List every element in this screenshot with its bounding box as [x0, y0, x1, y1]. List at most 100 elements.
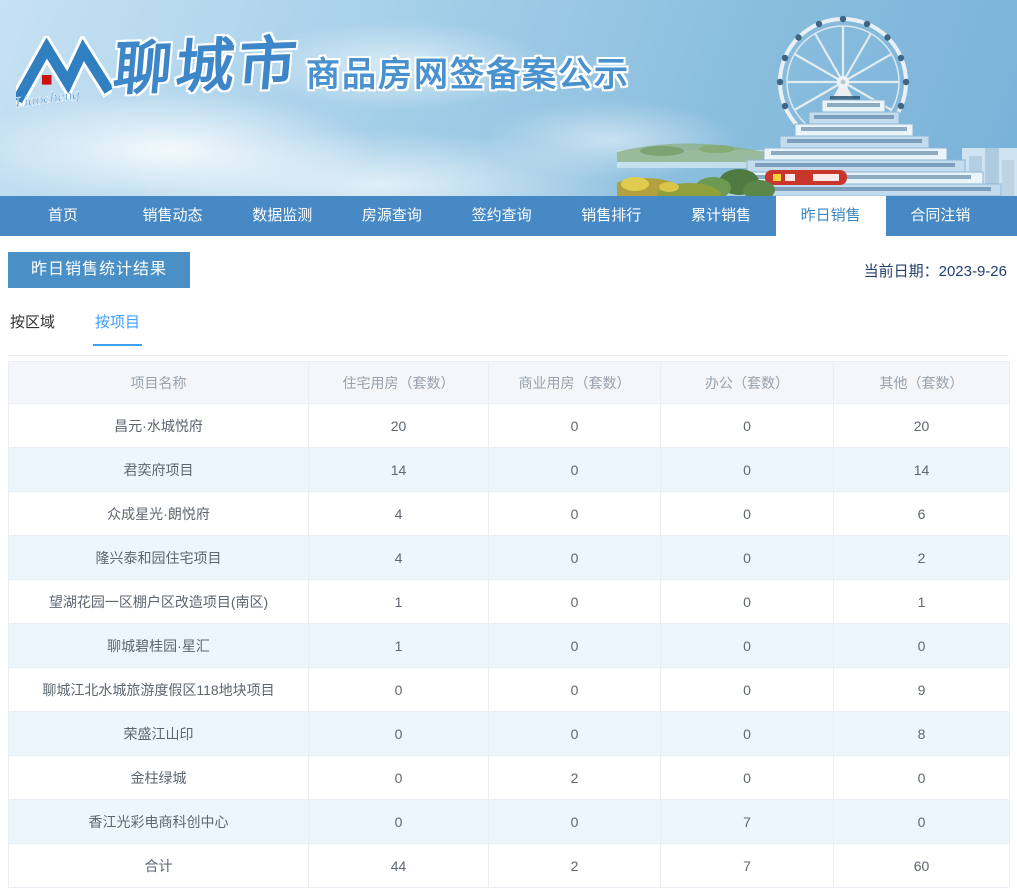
column-header: 办公（套数）	[660, 361, 834, 404]
project-name-cell: 金柱绿城	[8, 755, 309, 800]
count-cell: 14	[308, 447, 489, 492]
column-header: 商业用房（套数）	[488, 361, 661, 404]
current-date: 当前日期：2023-9-26	[864, 260, 1009, 281]
tab-by-project[interactable]: 按项目	[93, 311, 143, 346]
table-row: 昌元·水城悦府 20 0 0 20	[8, 403, 1010, 448]
current-date-value: 2023-9-26	[938, 262, 1007, 280]
count-cell: 60	[833, 843, 1010, 888]
site-banner: Liaocheng 聊城市 商品房网签备案公示	[0, 0, 1017, 196]
page-title: 昨日销售统计结果	[8, 252, 191, 288]
nav-item-contract-cancellation[interactable]: 合同注销	[886, 196, 996, 236]
count-cell: 0	[308, 711, 489, 756]
table-row: 荣盛江山印 0 0 0 8	[8, 711, 1010, 756]
count-cell: 1	[308, 579, 489, 624]
project-name-cell: 荣盛江山印	[8, 711, 309, 756]
count-cell: 0	[660, 403, 834, 448]
count-cell: 1	[833, 579, 1010, 624]
count-cell: 0	[488, 799, 661, 844]
count-cell: 0	[488, 711, 661, 756]
project-name-cell: 君奕府项目	[8, 447, 309, 492]
main-nav: 首页 销售动态 数据监测 房源查询 签约查询 销售排行 累计销售 昨日销售 合同…	[0, 196, 1017, 236]
count-cell: 0	[488, 667, 661, 712]
nav-item-data-monitoring[interactable]: 数据监测	[227, 196, 337, 236]
table-total-row: 合计 44 2 7 60	[8, 843, 1010, 888]
count-cell: 14	[833, 447, 1010, 492]
project-name-cell: 香江光彩电商科创中心	[8, 799, 309, 844]
count-cell: 6	[833, 491, 1010, 536]
table-row: 望湖花园一区棚户区改造项目(南区) 1 0 0 1	[8, 579, 1010, 624]
table-row: 金柱绿城 0 2 0 0	[8, 755, 1010, 800]
project-name-cell: 聊城江北水城旅游度假区118地块项目	[8, 667, 309, 712]
count-cell: 0	[660, 667, 834, 712]
ferris-wheel-photo	[617, 15, 1017, 196]
count-cell: 0	[833, 799, 1010, 844]
nav-item-yesterday-sales[interactable]: 昨日销售	[775, 196, 886, 236]
count-cell: 7	[660, 799, 834, 844]
nav-item-listing-query[interactable]: 房源查询	[337, 196, 447, 236]
main-content: 昨日销售统计结果 当前日期：2023-9-26 按区域 按项目 项目名称 住宅用房…	[0, 252, 1017, 888]
count-cell: 0	[308, 799, 489, 844]
count-cell: 0	[833, 755, 1010, 800]
count-cell: 44	[308, 843, 489, 888]
count-cell: 20	[833, 403, 1010, 448]
table-row: 香江光彩电商科创中心 0 0 7 0	[8, 799, 1010, 844]
count-cell: 2	[488, 843, 661, 888]
count-cell: 2	[833, 535, 1010, 580]
table-row: 聊城江北水城旅游度假区118地块项目 0 0 0 9	[8, 667, 1010, 712]
count-cell: 0	[488, 491, 661, 536]
nav-item-sales-ranking[interactable]: 销售排行	[556, 196, 666, 236]
brand-calligraphy: 聊城市	[110, 30, 304, 103]
project-name-cell: 聊城碧桂园·星汇	[8, 623, 309, 668]
current-date-label: 当前日期：	[863, 262, 939, 280]
count-cell: 0	[488, 623, 661, 668]
view-tabs: 按区域 按项目	[8, 311, 1009, 346]
count-cell: 0	[660, 579, 834, 624]
table-body: 昌元·水城悦府 20 0 0 20 君奕府项目 14 0 0 14 众成星光·朗悦府 4 0 0 6 隆兴泰和…	[8, 403, 1010, 888]
tabs-divider	[8, 355, 1009, 356]
count-cell: 0	[488, 403, 661, 448]
project-name-cell: 隆兴泰和园住宅项目	[8, 535, 309, 580]
title-row: 昨日销售统计结果 当前日期：2023-9-26	[8, 252, 1009, 288]
count-cell: 0	[488, 579, 661, 624]
count-cell: 2	[488, 755, 661, 800]
column-header: 其他（套数）	[833, 361, 1010, 404]
count-cell: 0	[660, 711, 834, 756]
table-row: 众成星光·朗悦府 4 0 0 6	[8, 491, 1010, 536]
project-name-cell: 众成星光·朗悦府	[8, 491, 309, 536]
table-row: 聊城碧桂园·星汇 1 0 0 0	[8, 623, 1010, 668]
project-name-cell: 合计	[8, 843, 309, 888]
tab-by-region[interactable]: 按区域	[8, 311, 57, 346]
nav-item-sales-dynamics[interactable]: 销售动态	[118, 196, 228, 236]
count-cell: 0	[660, 447, 834, 492]
count-cell: 0	[488, 535, 661, 580]
project-name-cell: 昌元·水城悦府	[8, 403, 309, 448]
column-header: 住宅用房（套数）	[308, 361, 489, 404]
count-cell: 0	[308, 755, 489, 800]
table-row: 隆兴泰和园住宅项目 4 0 0 2	[8, 535, 1010, 580]
count-cell: 0	[660, 491, 834, 536]
count-cell: 8	[833, 711, 1010, 756]
sales-table: 项目名称 住宅用房（套数） 商业用房（套数） 办公（套数） 其他（套数） 昌元·水城悦府…	[8, 361, 1010, 888]
count-cell: 4	[308, 535, 489, 580]
count-cell: 0	[660, 535, 834, 580]
count-cell: 7	[660, 843, 834, 888]
table-row: 君奕府项目 14 0 0 14	[8, 447, 1010, 492]
count-cell: 0	[833, 623, 1010, 668]
count-cell: 20	[308, 403, 489, 448]
count-cell: 0	[660, 623, 834, 668]
column-header: 项目名称	[8, 361, 309, 404]
count-cell: 1	[308, 623, 489, 668]
count-cell: 0	[660, 755, 834, 800]
count-cell: 9	[833, 667, 1010, 712]
liaocheng-logo-icon: Liaocheng	[16, 36, 112, 112]
nav-item-cumulative-sales[interactable]: 累计销售	[666, 196, 776, 236]
nav-item-home[interactable]: 首页	[8, 196, 118, 236]
count-cell: 4	[308, 491, 489, 536]
site-logo: Liaocheng 聊城市 商品房网签备案公示	[16, 30, 631, 114]
count-cell: 0	[308, 667, 489, 712]
table-header-row: 项目名称 住宅用房（套数） 商业用房（套数） 办公（套数） 其他（套数）	[8, 361, 1010, 404]
count-cell: 0	[488, 447, 661, 492]
project-name-cell: 望湖花园一区棚户区改造项目(南区)	[8, 579, 309, 624]
site-title: 商品房网签备案公示	[306, 56, 631, 94]
nav-item-contract-query[interactable]: 签约查询	[447, 196, 557, 236]
